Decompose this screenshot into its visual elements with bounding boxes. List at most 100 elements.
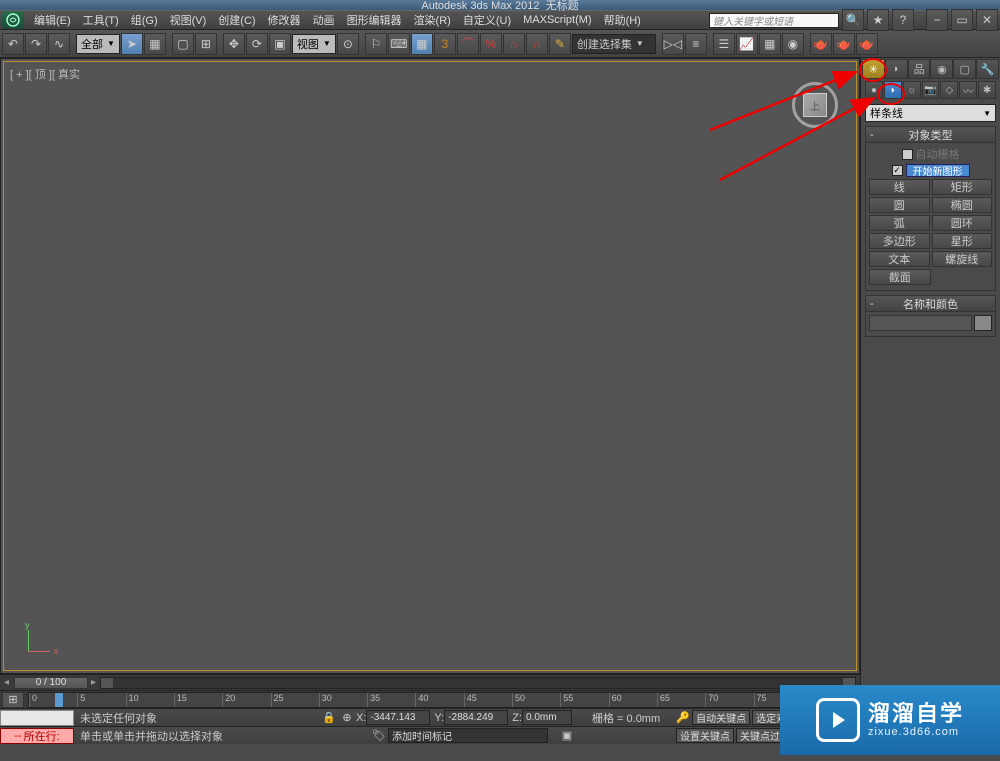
keyboard-shortcut-button[interactable]: ⌨: [388, 33, 410, 55]
tab-motion[interactable]: ◉: [930, 59, 953, 79]
time-tag-field[interactable]: 添加时间标记: [388, 728, 548, 743]
pivot-button[interactable]: ⊙: [337, 33, 359, 55]
cat-systems[interactable]: ✱: [978, 81, 996, 99]
percent-snap-button[interactable]: ⌒: [457, 33, 479, 55]
time-slider[interactable]: 0 / 100: [14, 677, 88, 689]
menu-maxscript[interactable]: MAXScript(M): [517, 14, 597, 26]
track-scrollbar[interactable]: [100, 677, 856, 689]
selection-filter-dropdown[interactable]: 全部▼: [76, 34, 120, 54]
select-object-button[interactable]: ➤: [121, 33, 143, 55]
btn-section[interactable]: 截面: [869, 269, 931, 285]
rollout-name-color-header[interactable]: 名称和颜色: [866, 296, 995, 312]
menu-tools[interactable]: 工具(T): [77, 12, 125, 28]
tab-modify[interactable]: ◗: [885, 59, 908, 79]
magnet-icon[interactable]: ∩: [503, 33, 525, 55]
named-selset-dropdown[interactable]: 创建选择集▼: [572, 34, 656, 54]
window-minimize-button[interactable]: −: [926, 9, 948, 31]
select-region-button[interactable]: ▢: [172, 33, 194, 55]
btn-text[interactable]: 文本: [869, 251, 930, 267]
manipulate-button[interactable]: ⚐: [365, 33, 387, 55]
btn-helix[interactable]: 螺旋线: [932, 251, 993, 267]
rollout-object-type-header[interactable]: 对象类型: [866, 127, 995, 143]
schematic-button[interactable]: ▦: [759, 33, 781, 55]
track-right-arrow[interactable]: ▸: [88, 677, 96, 688]
redo-button[interactable]: ↷: [25, 33, 47, 55]
menu-group[interactable]: 组(G): [125, 12, 164, 28]
cat-shapes[interactable]: ◗: [884, 81, 902, 99]
cat-geometry[interactable]: ●: [865, 81, 883, 99]
cat-cameras[interactable]: 📷: [922, 81, 940, 99]
btn-rectangle[interactable]: 矩形: [932, 179, 993, 195]
help-icon[interactable]: ?: [892, 9, 914, 31]
lock-icon[interactable]: 🔒: [320, 710, 338, 725]
angle-snap-button[interactable]: 3: [434, 33, 456, 55]
btn-line[interactable]: 线: [869, 179, 930, 195]
link-button[interactable]: ∿: [48, 33, 70, 55]
spinner-snap-button[interactable]: %: [480, 33, 502, 55]
key-icon[interactable]: 🔑: [674, 710, 692, 725]
select-name-button[interactable]: ▦: [144, 33, 166, 55]
cat-spacewarps[interactable]: 〰: [959, 81, 977, 99]
z-coord-field[interactable]: 0.0mm: [522, 710, 572, 725]
render-setup-button[interactable]: 🫖: [810, 33, 832, 55]
menu-customize[interactable]: 自定义(U): [457, 12, 517, 28]
track-left-arrow[interactable]: ◂: [4, 677, 12, 688]
cat-lights[interactable]: ☼: [903, 81, 921, 99]
magnet2-icon[interactable]: ∩: [526, 33, 548, 55]
startshape-checkbox[interactable]: ✓: [892, 165, 903, 176]
tab-utilities[interactable]: 🔧: [976, 59, 999, 79]
snap-toggle-button[interactable]: ▦: [411, 33, 433, 55]
menu-rendering[interactable]: 渲染(R): [408, 12, 457, 28]
ref-coord-dropdown[interactable]: 视图▼: [292, 34, 336, 54]
menu-create[interactable]: 创建(C): [212, 12, 261, 28]
curve-editor-button[interactable]: 📈: [736, 33, 758, 55]
tab-display[interactable]: ▢: [953, 59, 976, 79]
isolate-icon[interactable]: ▣: [558, 728, 576, 743]
create-subcategory-dropdown[interactable]: 样条线▼: [865, 104, 996, 122]
menu-graph[interactable]: 图形编辑器: [341, 12, 408, 28]
viewcube[interactable]: 上: [792, 82, 838, 128]
window-maximize-button[interactable]: ▭: [951, 9, 973, 31]
object-name-input[interactable]: [869, 315, 972, 331]
undo-button[interactable]: ↶: [2, 33, 24, 55]
timeline-config-button[interactable]: ⊞: [2, 692, 24, 708]
btn-donut[interactable]: 圆环: [932, 215, 993, 231]
window-crossing-button[interactable]: ⊞: [195, 33, 217, 55]
material-editor-button[interactable]: ◉: [782, 33, 804, 55]
viewcube-top-face[interactable]: 上: [803, 93, 827, 117]
autogrid-checkbox[interactable]: [902, 149, 913, 160]
cat-helpers[interactable]: ◇: [940, 81, 958, 99]
menu-modifiers[interactable]: 修改器: [262, 12, 307, 28]
app-menu-button[interactable]: [2, 11, 24, 29]
scale-button[interactable]: ▣: [269, 33, 291, 55]
start-new-shape-button[interactable]: 开始新图形: [906, 164, 970, 177]
render-button[interactable]: 🫖: [856, 33, 878, 55]
x-coord-field[interactable]: -3447.143: [366, 710, 430, 725]
favorite-icon[interactable]: ★: [867, 9, 889, 31]
menu-help[interactable]: 帮助(H): [598, 12, 647, 28]
y-coord-field[interactable]: -2884.249: [444, 710, 508, 725]
autokey-button[interactable]: 自动关键点: [692, 710, 750, 725]
menu-animation[interactable]: 动画: [307, 12, 341, 28]
btn-ngon[interactable]: 多边形: [869, 233, 930, 249]
btn-circle[interactable]: 圆: [869, 197, 930, 213]
tab-create[interactable]: ✳: [862, 59, 885, 79]
search-input[interactable]: 键入关键字或短语: [709, 13, 839, 28]
menu-edit[interactable]: 编辑(E): [28, 12, 77, 28]
setkey-button[interactable]: 设置关键点: [676, 728, 734, 743]
menu-views[interactable]: 视图(V): [164, 12, 213, 28]
btn-ellipse[interactable]: 椭圆: [932, 197, 993, 213]
move-button[interactable]: ✥: [223, 33, 245, 55]
mirror-button[interactable]: ▷◁: [662, 33, 684, 55]
search-icon[interactable]: 🔍: [842, 9, 864, 31]
time-tag-icon[interactable]: 🏷: [370, 728, 388, 743]
tab-hierarchy[interactable]: 品: [908, 59, 931, 79]
rotate-button[interactable]: ⟳: [246, 33, 268, 55]
coord-mode-icon[interactable]: ⊕: [338, 710, 356, 725]
align-button[interactable]: ≡: [685, 33, 707, 55]
btn-star[interactable]: 星形: [932, 233, 993, 249]
viewport[interactable]: [ + ][ 顶 ][ 真实 上: [3, 61, 857, 671]
named-selset-button[interactable]: ✎: [549, 33, 571, 55]
timeline-current-marker[interactable]: [55, 693, 63, 708]
viewport-label[interactable]: [ + ][ 顶 ][ 真实: [10, 66, 80, 82]
